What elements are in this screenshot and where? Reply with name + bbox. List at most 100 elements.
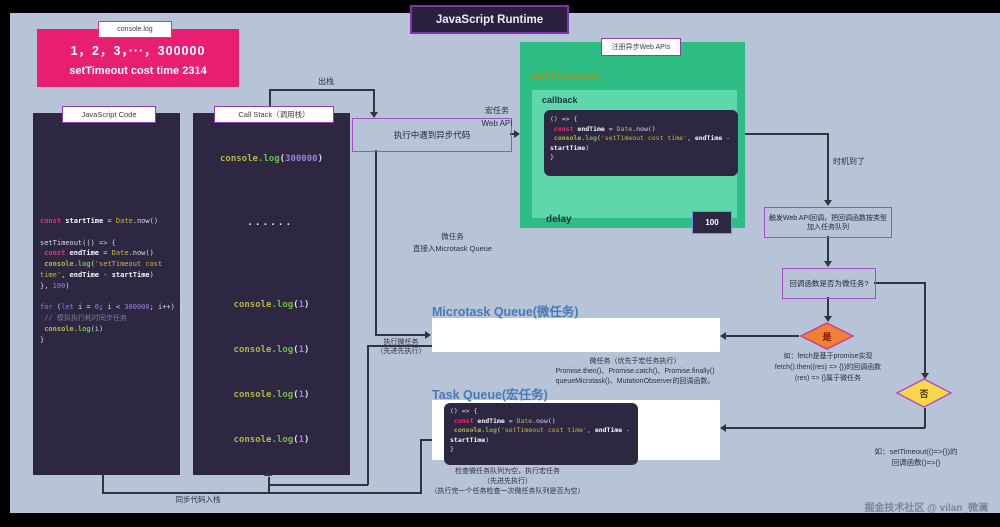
js-code-tag: JavaScript Code [62,106,156,123]
call-stack-box: console.log(300000) ······ console.log(1… [193,113,350,475]
arrowhead [264,470,272,476]
yes-diamond-label: 是 [821,332,832,342]
trigger-callback-box: 触发Web API回调，把回调函数按类型 加入任务队列 [764,207,892,238]
timing-label-text: 时机到了 [833,157,865,166]
flow-line [827,297,829,317]
stack-frame: console.log(1) [193,294,350,312]
console-log-tag: console.log [98,21,172,38]
callback-label: callback [542,95,578,105]
js-code-box: const startTime = Date.now() setTimeout(… [33,113,180,475]
no-diamond-label: 否 [918,389,928,399]
is-micro-label: 回调函数是否为微任务? [789,279,868,289]
sync-push-label: 同步代码入栈 [158,495,238,505]
flow-line [723,335,799,337]
arrowhead [720,332,726,340]
call-stack-tag: Call Stack（调用栈） [214,106,334,123]
settimeout-note: 如：setTimeout(()=>{})的 回调函数()=>{} [850,446,982,468]
flow-line [102,475,104,493]
fetch-note: 如：fetch是基于promise实现 fetch().then((res) =… [754,351,902,384]
check-note-line: （执行完一个任务检查一次微任务队列是否为空） [415,487,600,497]
console-output-line2: setTimeout cost time 2314 [69,65,206,77]
is-micro-box: 回调函数是否为微任务? [782,268,876,299]
flow-line [723,427,925,429]
stack-dots-text: ······ [249,219,295,231]
microtask-queue-box [432,318,720,352]
console-output-line1: 1，2，3，···，300000 [71,40,206,59]
flow-line [827,236,829,262]
fetch-note-line: (res) => {}属于微任务 [754,373,902,384]
exec-micro-line1: 执行微任务 [370,338,432,347]
exec-micro-label: 执行微任务 （先进先执行） [370,338,432,356]
check-note: 检查微任务队列为空，执行宏任务 （先进先执行） （执行完一个任务检查一次微任务队… [415,467,600,497]
callback-code-box: () => { const endTime = Date.now() conso… [544,110,738,176]
pop-label-text: 出栈 [318,77,334,86]
macro-task-line1: 宏任务 [462,104,532,117]
check-note-line: 检查微任务队列为空，执行宏任务 [415,467,600,477]
web-api-box: setTimeout callback () => { const endTim… [520,42,745,228]
microtask-note-line: Promise.then()、Promise.catch()、Promise.f… [530,367,740,377]
diagram-stage: JavaScript Runtime console.log 1，2，3，···… [0,0,1000,527]
exec-micro-line2: （先进先执行） [370,347,432,356]
check-note-line: （先进先执行） [415,477,600,487]
stack-frame: console.log(1) [193,339,350,357]
flow-line [375,334,425,336]
stack-dots: ······ [193,219,350,231]
task-queue-code-box: () => { const endTime = Date.now() conso… [444,403,638,465]
microtask-note-line: queueMicrotask()、MutationObserver的回调函数。 [530,377,740,387]
js-code-tag-label: JavaScript Code [81,110,136,119]
flow-line [375,150,377,335]
flow-line [269,89,374,91]
flow-line [268,484,368,486]
microtask-note: 微任务（优先于宏任务执行） Promise.then()、Promise.cat… [530,357,740,387]
web-api-tag-label: 注册异步Web APIs [612,42,671,52]
web-api-tag: 注册异步Web APIs [601,38,681,56]
micro-task-line2: 直接入Microtask Queue [390,243,515,255]
timing-label: 时机到了 [833,157,893,167]
trigger-line1: 触发Web API回调，把回调函数按类型 [769,214,887,223]
flow-line [827,133,829,201]
macro-task-line2: Web API [462,117,532,130]
no-diamond: 否 [895,378,953,408]
call-stack-tag-label: Call Stack（调用栈） [238,109,309,120]
fetch-note-line: 如：fetch是基于promise实现 [754,351,902,362]
flow-line [874,282,925,284]
microtask-note-line: 微任务（优先于宏任务执行） [530,357,740,367]
runtime-title: JavaScript Runtime [436,14,543,26]
macro-task-label: 宏任务 Web API [462,104,532,130]
runtime-title-box: JavaScript Runtime [410,5,569,34]
flow-line [367,345,369,485]
delay-value: 100 [705,218,718,227]
stack-frame-top: console.log(300000) [193,148,350,166]
stack-frame: console.log(1) [193,384,350,402]
yes-diamond: 是 [799,322,855,350]
micro-task-line1: 微任务 [390,231,515,243]
settimeout-note-line: 如：setTimeout(()=>{})的 [850,446,982,457]
micro-task-label: 微任务 直接入Microtask Queue [390,231,515,255]
arrowhead [514,130,520,138]
encounter-async-label: 执行中遇到异步代码 [394,130,471,140]
flow-line [924,408,926,428]
stack-frame: console.log(1) [193,429,350,447]
flow-line [924,282,926,374]
arrowhead [824,200,832,206]
delay-value-box: 100 [692,211,732,234]
flow-line [102,492,422,494]
fetch-note-line: fetch().then((res) => {})的回调函数 [754,362,902,373]
flow-line [373,89,375,112]
task-queue-title: Task Queue(宏任务) [432,384,548,403]
arrowhead [720,424,726,432]
js-code-content: const startTime = Date.now() setTimeout(… [33,113,180,346]
web-api-inner: callback () => { const endTime = Date.no… [532,90,737,218]
flow-line [745,133,828,135]
watermark: 掘金技术社区 @ vilan_微澜 [828,499,988,514]
web-api-title: setTimeout [530,68,599,83]
microtask-queue-title: Microtask Queue(微任务) [432,301,579,320]
pop-label: 出栈 [306,77,346,87]
console-log-tag-label: console.log [117,26,152,33]
flow-line [268,477,270,493]
delay-label: delay [546,214,572,225]
arrowhead [824,261,832,267]
settimeout-note-line: 回调函数()=>{} [850,457,982,468]
sync-push-text: 同步代码入栈 [176,495,221,504]
trigger-line2: 加入任务队列 [807,223,849,232]
